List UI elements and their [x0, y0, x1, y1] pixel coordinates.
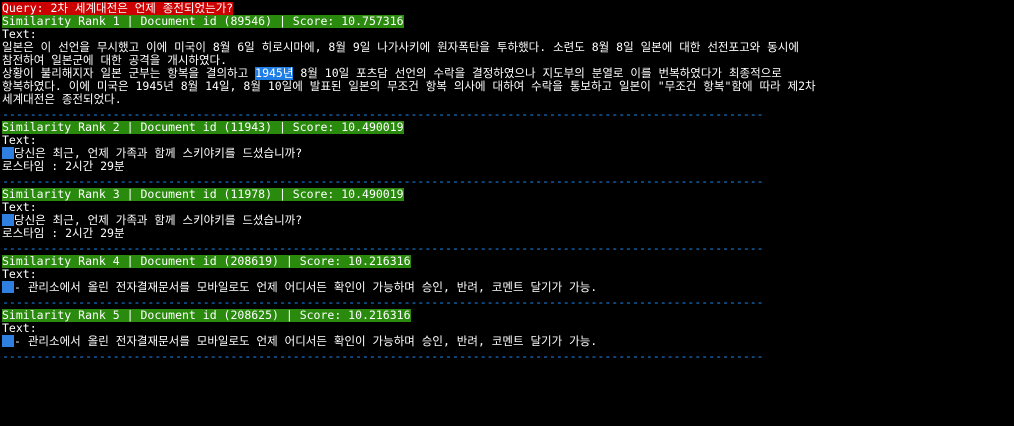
result-1-line-3-prefix: 상황이 불리해지자 일본 군부는 항복을 결의하고	[2, 67, 256, 80]
result-4-header: Similarity Rank 4 | Document id (208619)…	[2, 255, 411, 268]
cursor-block-icon	[2, 335, 14, 347]
result-5-header: Similarity Rank 5 | Document id (208625)…	[2, 309, 411, 322]
query-line: Query: 2차 세계대전은 언제 종전되었는가?	[2, 2, 1012, 15]
result-1-line-4: 항복하였다. 이에 미국은 1945년 8월 14일, 8월 10일에 발표된 …	[2, 80, 816, 93]
separator: ----------------------------------------…	[2, 296, 764, 309]
result-header: Similarity Rank 1 | Document id (89546) …	[2, 15, 1012, 28]
result-3-line-2: 로스타임 : 2시간 29분	[2, 227, 125, 240]
separator: ----------------------------------------…	[2, 242, 764, 255]
result-5-line-1: - 관리소에서 올린 전자결재문서를 모바일로도 언제 어디서든 확인이 가능하…	[2, 335, 1012, 348]
result-2-header: Similarity Rank 2 | Document id (11943) …	[2, 121, 404, 134]
result-1-header: Similarity Rank 1 | Document id (89546) …	[2, 15, 404, 28]
text-label: Text:	[2, 201, 37, 214]
cursor-block-icon	[2, 214, 14, 226]
text-label: Text:	[2, 268, 37, 281]
result-2-line-1: 당신은 최근, 언제 가족과 함께 스키야키를 드셨습니까?	[2, 147, 1012, 160]
result-header: Similarity Rank 2 | Document id (11943) …	[2, 121, 1012, 134]
result-3-line-1: 당신은 최근, 언제 가족과 함께 스키야키를 드셨습니까?	[2, 214, 1012, 227]
separator: ----------------------------------------…	[2, 175, 764, 188]
result-2-line-2: 로스타임 : 2시간 29분	[2, 160, 125, 173]
terminal-window[interactable]: Query: 2차 세계대전은 언제 종전되었는가? Similarity Ra…	[2, 2, 1012, 363]
text-label: Text:	[2, 134, 37, 147]
result-header: Similarity Rank 5 | Document id (208625)…	[2, 309, 1012, 322]
result-3-header: Similarity Rank 3 | Document id (11978) …	[2, 188, 404, 201]
result-1-line-2: 참전하여 일본군에 대한 공격을 개시하였다.	[2, 54, 228, 67]
result-header: Similarity Rank 3 | Document id (11978) …	[2, 188, 1012, 201]
separator: ----------------------------------------…	[2, 108, 764, 121]
query-text: Query: 2차 세계대전은 언제 종전되었는가?	[2, 2, 234, 15]
selection-highlight[interactable]: 1945년	[255, 67, 294, 80]
result-1-line-3-suffix: 8월 10일 포츠담 선언의 수락을 결정하였으나 지도부의 분열로 이를 번복…	[293, 67, 782, 80]
separator: ----------------------------------------…	[2, 350, 764, 363]
result-1-line-5: 세계대전은 종전되었다.	[2, 93, 122, 106]
cursor-block-icon	[2, 281, 14, 293]
result-header: Similarity Rank 4 | Document id (208619)…	[2, 255, 1012, 268]
text-label: Text:	[2, 322, 37, 335]
text-label: Text:	[2, 28, 37, 41]
result-4-line-1: - 관리소에서 올린 전자결재문서를 모바일로도 언제 어디서든 확인이 가능하…	[2, 281, 1012, 294]
result-1-line-3: 상황이 불리해지자 일본 군부는 항복을 결의하고 1945년 8월 10일 포…	[2, 67, 1012, 80]
result-1-line-1: 일본은 이 선언을 무시했고 이에 미국이 8월 6일 히로시마에, 8월 9일…	[2, 41, 799, 54]
cursor-block-icon	[2, 147, 14, 159]
